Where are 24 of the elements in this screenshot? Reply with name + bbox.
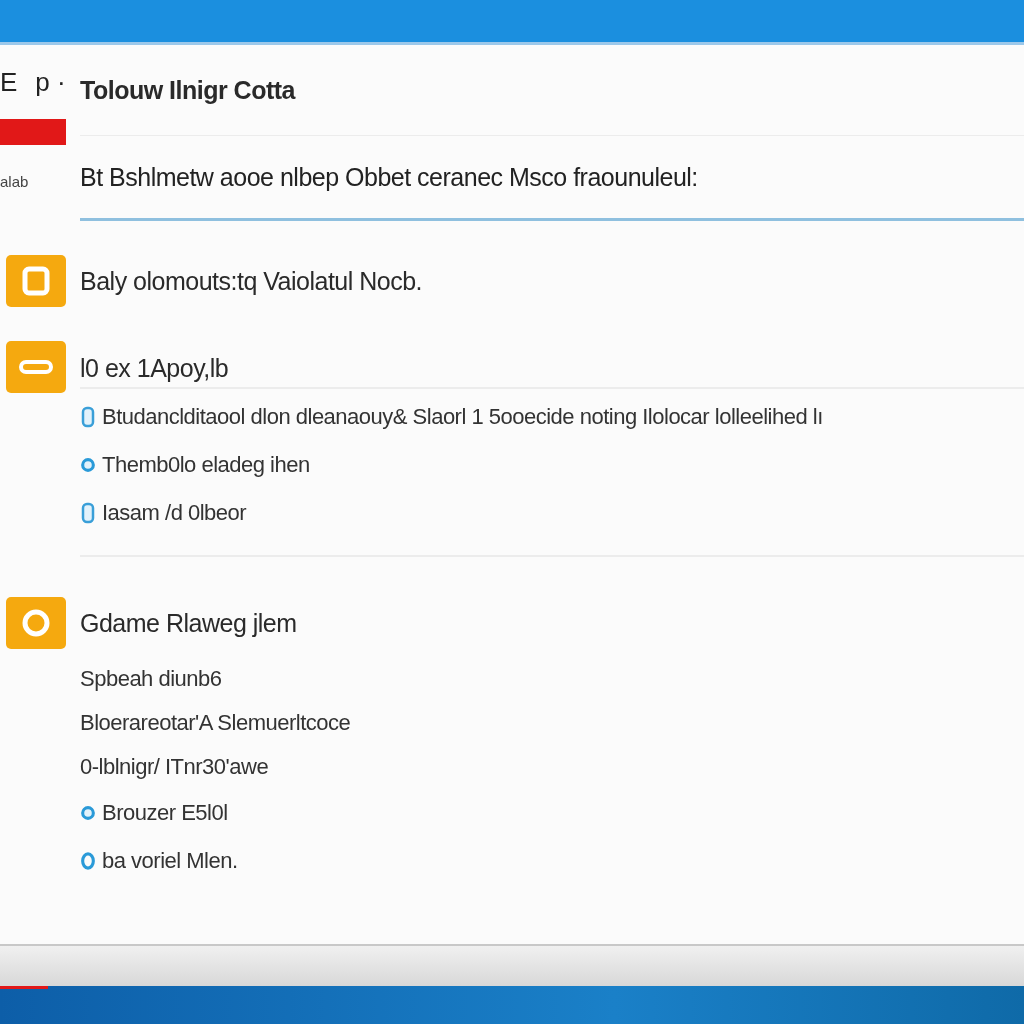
info-icon (80, 406, 96, 428)
accent-marker (0, 119, 66, 145)
list-text: Btudanclditaool dlon dleanaouy& Slaorl 1 5ooecide noting Ilolocar lolleelihed lı (102, 404, 823, 430)
tile-icon (6, 341, 66, 393)
tile-icon (6, 255, 66, 307)
list-text: Iasam /d 0lbeor (102, 500, 247, 526)
list-text: Brouzer E5l0l (102, 800, 228, 826)
info-icon (80, 502, 96, 524)
list-text: Bloerareotar'A Slemuerltcoce (80, 710, 351, 736)
list-text: Spbeah diunb6 (80, 666, 222, 692)
section-title: Baly olomouts:tq Vaiolatul Nocb. (80, 266, 423, 296)
sidebar-item[interactable]: p · (35, 67, 66, 107)
list-text: 0-lblnigr/ ITnr30'awe (80, 754, 269, 780)
section-title: l0 ex 1Apoy,lb (80, 345, 1024, 389)
section-title: Gdame Rlaweg jlem (80, 608, 297, 638)
list-text: Themb0lo eladeg ihen (102, 452, 310, 478)
taskbar-accent (0, 986, 48, 989)
list-text: ba voriel Mlen. (102, 848, 238, 874)
tile-icon (6, 597, 66, 649)
page-title: Tolouw Ilnigr Cotta (80, 75, 295, 105)
ring-icon (80, 850, 96, 872)
banner-text: Bt Bshlmetw aooe nlbep Obbet ceranec Msco fraounuleul: (80, 162, 698, 192)
sidebar-item[interactable]: E (0, 67, 18, 107)
sidebar-caption: alab (0, 173, 30, 190)
